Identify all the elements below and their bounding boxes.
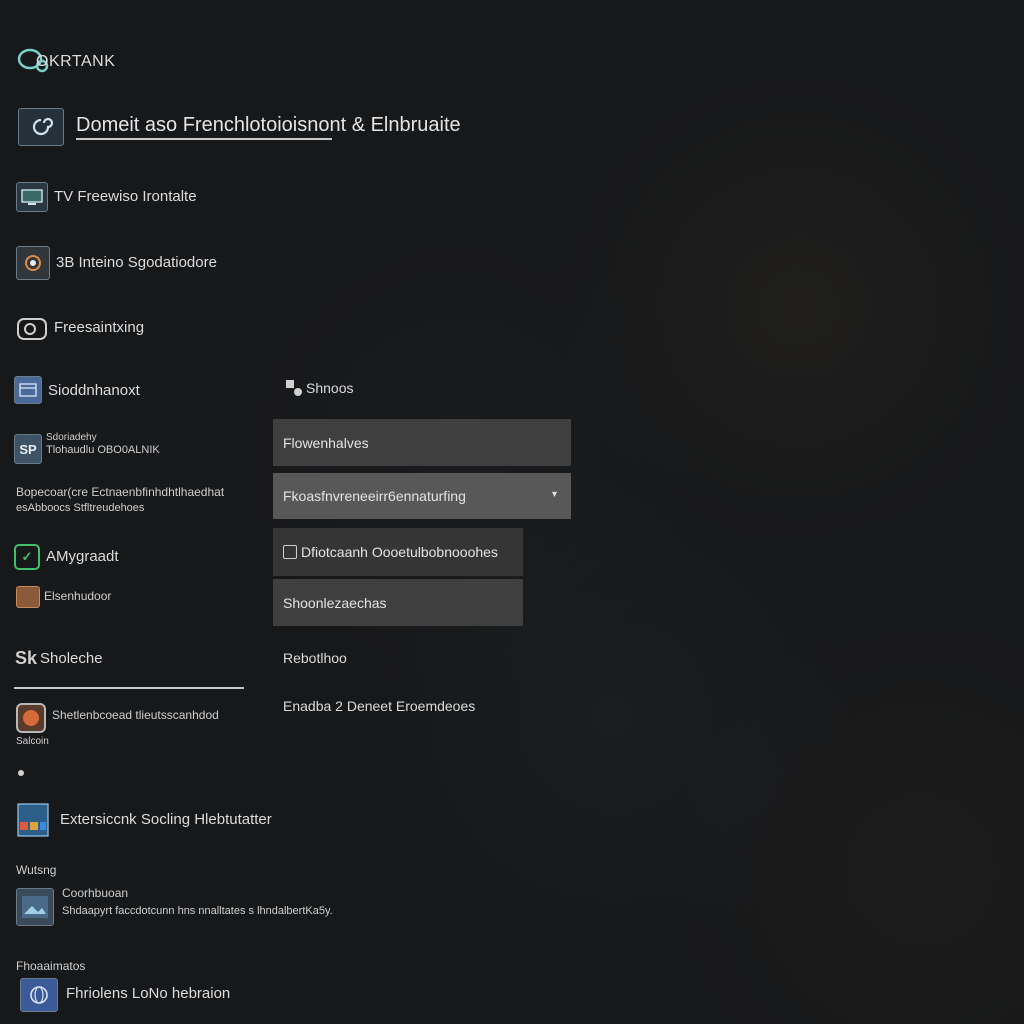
chevron-down-icon: ▾: [551, 489, 557, 500]
menu-item-2-icon: [283, 545, 297, 559]
window-icon[interactable]: [14, 376, 42, 404]
image-icon[interactable]: [16, 888, 54, 926]
sidebar-item-10[interactable]: Extersiccnk Socling Hlebtutatter: [60, 811, 272, 828]
sidebar-item-8[interactable]: Sholeche: [40, 650, 103, 667]
menu-item-0[interactable]: Flowenhalves: [273, 419, 571, 466]
menu-item-2-label: Dfiotcaanh Oooetulbobnooohes: [301, 544, 498, 560]
sidebar-item-1[interactable]: 3B Inteino Sgodatiodore: [56, 254, 217, 271]
sidebar-item-14[interactable]: Fhriolens LoNo hebraion: [66, 985, 230, 1002]
sidebar-item-9[interactable]: Shetlenbcoead tlieutsscanhdod: [52, 708, 219, 722]
title-underline: [76, 138, 332, 140]
sidebar-item-5-line2: esAbboocs Stfltreudehoes: [16, 502, 145, 514]
sidebar-item-2[interactable]: Freesaintxing: [54, 319, 144, 336]
menu-item-1-label: Fkoasfnvreneeirr6ennaturfing: [283, 488, 466, 504]
orange-app-icon[interactable]: [16, 703, 46, 733]
sidebar-item-9-sub: Salcoin: [16, 736, 49, 747]
tiles-icon[interactable]: [16, 802, 50, 838]
swirl-icon[interactable]: [18, 108, 64, 146]
sidebar-item-12-sub[interactable]: Shdaapyrt faccdotcunn hns nnalltates s l…: [62, 905, 333, 917]
sidebar-divider: [14, 687, 244, 689]
sidebar-item-5-line1: Bopecoar(cre Ectnaenbfinhdhtlhaedhat: [16, 485, 225, 499]
camera-icon[interactable]: [16, 246, 50, 280]
sp-icon[interactable]: SP: [14, 434, 42, 464]
sidebar-item-0[interactable]: TV Freewiso Irontalte: [54, 188, 197, 205]
section-label-wutsng: Wutsng: [16, 863, 57, 877]
panel-section-title: Shnoos: [306, 380, 354, 396]
menu-item-3-label: Shoonlezaechas: [283, 594, 387, 611]
section-label-fhoaaimatos: Fhoaaimatos: [16, 959, 86, 973]
sidebar-item-12: Coorhbuoan: [62, 886, 129, 900]
shapes-icon: [284, 378, 304, 398]
menu-item-3[interactable]: Shoonlezaechas: [273, 579, 523, 626]
panel-label-1: Rebotlhoo: [283, 650, 347, 666]
menu-item-1[interactable]: Fkoasfnvreneeirr6ennaturfing ▾: [273, 473, 571, 519]
globe-icon[interactable]: [20, 978, 58, 1012]
green-app-icon[interactable]: ✓: [14, 544, 40, 570]
dot-indicator: [18, 770, 24, 776]
page-title: Domeit aso Frenchlotoioisnont & Elnbruai…: [76, 114, 461, 136]
sidebar-item-3[interactable]: Sioddnhanoxt: [48, 382, 140, 399]
sidebar-item-7[interactable]: Elsenhudoor: [44, 589, 111, 603]
folder-icon[interactable]: [16, 586, 40, 608]
disc-icon[interactable]: [16, 314, 50, 344]
sk-icon[interactable]: Sk: [14, 646, 38, 670]
app-brand: OKRTANK: [36, 53, 116, 70]
panel-label-2: Enadba 2 Deneet Eroemdeoes: [283, 698, 476, 714]
menu-item-2[interactable]: Dfiotcaanh Oooetulbobnooohes: [273, 528, 523, 576]
monitor-icon[interactable]: [16, 182, 48, 212]
sidebar-item-6[interactable]: AMygraadt: [46, 548, 119, 565]
sidebar-item-4-line2[interactable]: Tlohaudlu OBO0ALNIK: [46, 444, 160, 456]
sidebar-item-4-line1: Sdoriadehy: [46, 432, 97, 443]
